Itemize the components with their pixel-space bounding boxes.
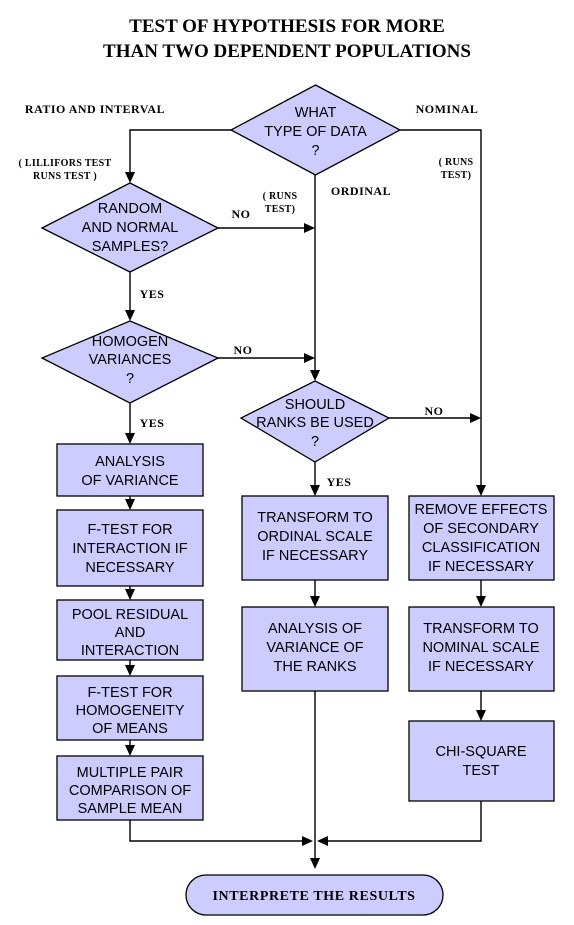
node-random-and-normal-samples[interactable]: RANDOM AND NORMAL SAMPLES? (40, 182, 220, 273)
node-transform-nominal-line1: TRANSFORM TO (423, 621, 538, 637)
edge-label-runs-test-middle-line1: ( RUNS (263, 191, 298, 202)
node-homogen-variances-line1: HOMOGEN (92, 334, 169, 350)
page-title-line2: THAN TWO DEPENDENT POPULATIONS (103, 41, 471, 62)
edge-label-no-ranks: NO (425, 404, 444, 418)
edge-label-ratio-and-interval: RATIO AND INTERVAL (25, 102, 165, 116)
node-remove-effects-line1: REMOVE EFFECTS (415, 502, 548, 518)
node-pool-residual-line2: AND (115, 625, 146, 641)
page-title-line1: TEST OF HYPOTHESIS FOR MORE (129, 16, 445, 37)
node-remove-effects-line2: OF SECONDARY (423, 521, 539, 537)
edge-label-yes-ranks: YES (327, 475, 352, 489)
node-what-type-of-data-line3: ? (311, 143, 319, 159)
arrowhead-random-no (304, 223, 315, 233)
node-pool-residual-line3: INTERACTION (81, 643, 179, 659)
arrowhead-ranks-no (470, 413, 481, 423)
node-pool-residual-line1: POOL RESIDUAL (72, 607, 188, 623)
node-what-type-of-data-line1: WHAT (295, 105, 337, 121)
node-multiple-pair-comparison[interactable]: MULTIPLE PAIR COMPARISON OF SAMPLE MEAN (56, 755, 204, 821)
node-f-test-interaction-line3: NECESSARY (85, 560, 175, 576)
node-multiple-pair-line2: COMPARISON OF (69, 783, 191, 799)
node-aov-ranks-line2: VARIANCE OF (266, 640, 363, 656)
edge-label-ordinal: ORDINAL (331, 184, 391, 198)
node-pool-residual[interactable]: POOL RESIDUAL AND INTERACTION (56, 599, 204, 661)
arrowhead-homogen-no (304, 353, 315, 363)
edge-data-to-remove-effects (400, 129, 482, 489)
node-random-and-normal-line2: AND NORMAL (82, 220, 179, 236)
arrowhead-middle-to-terminal (310, 858, 320, 869)
edge-left-to-merge (129, 820, 306, 842)
arrowhead-to-random (125, 172, 135, 183)
arrowhead-pool-to-fhomog (125, 665, 135, 676)
edge-right-to-merge (324, 801, 482, 842)
arrowhead-aov-to-ftest (125, 499, 135, 510)
node-transform-nominal-line2: NOMINAL SCALE (422, 640, 539, 656)
edge-data-to-random (129, 129, 231, 176)
arrowhead-fhomog-to-multiple (125, 745, 135, 756)
node-aov-ranks-line3: THE RANKS (274, 659, 357, 675)
node-should-ranks-be-used[interactable]: SHOULD RANKS BE USED ? (239, 380, 391, 463)
arrowhead-random-yes (125, 310, 135, 321)
node-remove-effects-line3: CLASSIFICATION (422, 540, 540, 556)
node-f-test-homogeneity-line1: F-TEST FOR (87, 685, 172, 701)
node-remove-effects-secondary[interactable]: REMOVE EFFECTS OF SECONDARY CLASSIFICATI… (408, 495, 555, 581)
node-interprete-results-label: INTERPRETE THE RESULTS (212, 889, 415, 904)
arrowhead-remove-to-nominal (476, 596, 486, 607)
node-multiple-pair-line1: MULTIPLE PAIR (77, 765, 184, 781)
node-analysis-of-variance-line1: ANALYSIS (95, 454, 165, 470)
node-chi-square-test[interactable]: CHI-SQUARE TEST (408, 720, 555, 802)
arrowhead-right-merge (317, 836, 328, 846)
node-analysis-of-variance[interactable]: ANALYSIS OF VARIANCE (56, 443, 204, 497)
node-what-type-of-data[interactable]: WHAT TYPE OF DATA ? (229, 84, 402, 176)
edge-label-lillifors-test-line2: RUNS TEST ) (33, 171, 97, 182)
arrowhead-to-remove-effects (476, 485, 486, 496)
node-chi-square-line2: TEST (462, 763, 499, 779)
node-homogen-variances[interactable]: HOMOGEN VARIANCES ? (40, 320, 220, 404)
edge-label-yes-homogen: YES (140, 416, 165, 430)
node-should-ranks-line2: RANKS BE USED (256, 415, 374, 431)
node-transform-to-ordinal-scale[interactable]: TRANSFORM TO ORDINAL SCALE IF NECESSARY (241, 495, 389, 581)
node-random-and-normal-line3: SAMPLES? (92, 239, 169, 255)
edge-label-lillifors-test-line1: ( LILLIFORS TEST (19, 158, 112, 169)
arrowhead-ranks-yes (310, 485, 320, 496)
node-should-ranks-line3: ? (311, 434, 319, 450)
arrowhead-ordinal-to-ranks (310, 370, 320, 381)
node-homogen-variances-line3: ? (126, 371, 134, 387)
node-analysis-of-variance-of-ranks[interactable]: ANALYSIS OF VARIANCE OF THE RANKS (241, 606, 389, 692)
node-f-test-interaction-line1: F-TEST FOR (87, 522, 172, 538)
node-analysis-of-variance-line2: OF VARIANCE (81, 473, 179, 489)
node-transform-ordinal-line3: IF NECESSARY (262, 548, 368, 564)
edge-label-runs-test-right-line2: TEST) (441, 170, 471, 181)
arrowhead-left-merge (302, 836, 313, 846)
node-transform-to-nominal-scale[interactable]: TRANSFORM TO NOMINAL SCALE IF NECESSARY (408, 606, 555, 692)
node-homogen-variances-line2: VARIANCES (89, 352, 172, 368)
edge-label-runs-test-right-line1: ( RUNS (439, 157, 474, 168)
node-aov-ranks-line1: ANALYSIS OF (268, 621, 362, 637)
edge-label-layer: RATIO AND INTERVAL NOMINAL ORDINAL ( LIL… (19, 102, 479, 489)
node-chi-square-line1: CHI-SQUARE (435, 744, 526, 760)
node-random-and-normal-line1: RANDOM (98, 201, 162, 217)
flowchart-diagram: TEST OF HYPOTHESIS FOR MORE THAN TWO DEP… (19, 16, 555, 916)
edge-label-yes-random: YES (140, 287, 165, 301)
node-f-test-homogeneity-line3: OF MEANS (92, 721, 168, 737)
node-f-test-homogeneity[interactable]: F-TEST FOR HOMOGENEITY OF MEANS (56, 675, 204, 741)
edge-label-no-homogen: NO (234, 343, 253, 357)
node-interprete-the-results[interactable]: INTERPRETE THE RESULTS (185, 874, 444, 916)
node-transform-nominal-line3: IF NECESSARY (428, 659, 534, 675)
node-f-test-interaction-line2: INTERACTION IF (72, 541, 187, 557)
edge-label-nominal: NOMINAL (416, 102, 479, 116)
arrowhead-ordinal-to-aovranks (310, 596, 320, 607)
node-remove-effects-line4: IF NECESSARY (428, 559, 534, 575)
node-f-test-interaction[interactable]: F-TEST FOR INTERACTION IF NECESSARY (56, 509, 204, 587)
node-multiple-pair-line3: SAMPLE MEAN (78, 801, 183, 817)
node-f-test-homogeneity-line2: HOMOGENEITY (76, 703, 185, 719)
node-what-type-of-data-line2: TYPE OF DATA (264, 124, 367, 140)
node-transform-ordinal-line1: TRANSFORM TO (257, 510, 372, 526)
node-should-ranks-line1: SHOULD (285, 397, 345, 413)
node-transform-ordinal-line2: ORDINAL SCALE (257, 529, 373, 545)
arrowhead-ftest-to-pool (125, 589, 135, 600)
edge-label-no-random: NO (232, 207, 251, 221)
edge-label-runs-test-middle-line2: TEST) (265, 204, 295, 215)
arrowhead-nominal-to-chisq (476, 710, 486, 721)
arrowhead-homogen-yes (125, 433, 135, 444)
